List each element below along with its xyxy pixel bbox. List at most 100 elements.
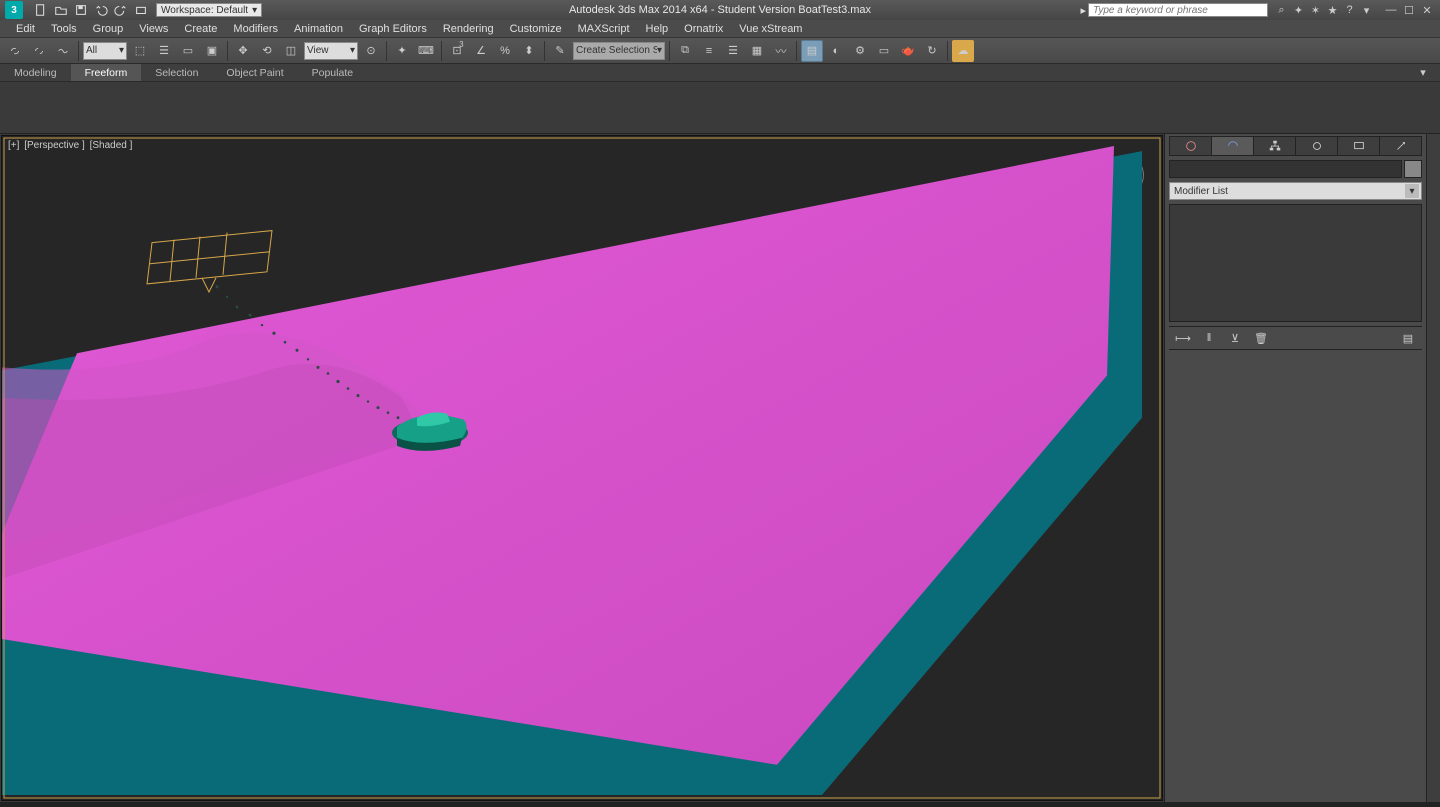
select-by-name-icon[interactable]: ☰ <box>153 40 175 62</box>
ribbon-expand-icon[interactable]: ▾ <box>1414 66 1432 80</box>
menu-customize[interactable]: Customize <box>502 20 570 37</box>
select-scale-icon[interactable]: ◫ <box>280 40 302 62</box>
rendered-frame-icon[interactable]: ▭ <box>873 40 895 62</box>
spinner-snap-icon[interactable]: ⬍ <box>518 40 540 62</box>
select-rotate-icon[interactable]: ⟲ <box>256 40 278 62</box>
ribbon-tab-populate[interactable]: Populate <box>298 64 367 81</box>
utilities-tab-icon[interactable] <box>1380 137 1421 155</box>
ref-coord-dropdown[interactable]: View▾ <box>304 42 358 60</box>
window-crossing-icon[interactable]: ▣ <box>201 40 223 62</box>
configure-sets-icon[interactable]: ▤ <box>1398 329 1418 347</box>
ribbon-extension: ▾ <box>1406 64 1440 81</box>
menu-animation[interactable]: Animation <box>286 20 351 37</box>
select-move-icon[interactable]: ✥ <box>232 40 254 62</box>
save-icon[interactable] <box>72 2 90 18</box>
link-icon[interactable] <box>4 40 26 62</box>
menu-help[interactable]: Help <box>638 20 677 37</box>
select-manipulate-icon[interactable]: ✦ <box>391 40 413 62</box>
modifier-stack[interactable] <box>1169 204 1422 322</box>
menu-tools[interactable]: Tools <box>43 20 85 37</box>
edit-named-sel-icon[interactable]: ✎ <box>549 40 571 62</box>
tool-a-icon[interactable]: ✦ <box>1291 3 1306 17</box>
redo-icon[interactable] <box>112 2 130 18</box>
named-selection-dropdown[interactable]: Create Selection Se▾ <box>573 42 665 60</box>
ribbon-tab-selection[interactable]: Selection <box>141 64 212 81</box>
autodesk-360-icon[interactable]: ☁ <box>952 40 974 62</box>
separator <box>78 41 79 61</box>
separator <box>544 41 545 61</box>
search-icon[interactable]: ⌕ <box>1274 3 1289 17</box>
motion-tab-icon[interactable] <box>1296 137 1338 155</box>
project-icon[interactable] <box>132 2 150 18</box>
chevron-down-icon: ▾ <box>1405 184 1419 198</box>
unlink-icon[interactable] <box>28 40 50 62</box>
render-production-icon[interactable]: 🫖 <box>897 40 919 62</box>
menu-grapheditors[interactable]: Graph Editors <box>351 20 435 37</box>
menu-ornatrix[interactable]: Ornatrix <box>676 20 731 37</box>
mirror-icon[interactable]: ⧉ <box>674 40 696 62</box>
snap-toggle-icon[interactable]: 3⊡ <box>446 40 468 62</box>
selection-filter-dropdown[interactable]: All▾ <box>83 42 127 60</box>
layers-icon[interactable]: ☰ <box>722 40 744 62</box>
menu-rendering[interactable]: Rendering <box>435 20 502 37</box>
menu-edit[interactable]: Edit <box>8 20 43 37</box>
graphite-icon[interactable]: ▦ <box>746 40 768 62</box>
command-panel-scrollbar[interactable] <box>1426 134 1440 802</box>
object-color-swatch[interactable] <box>1404 160 1422 178</box>
modifier-list-label: Modifier List <box>1174 186 1228 197</box>
keyboard-shortcut-icon[interactable]: ⌨ <box>415 40 437 62</box>
hierarchy-tab-icon[interactable] <box>1254 137 1296 155</box>
object-name-field[interactable] <box>1169 160 1402 178</box>
modifier-list-dropdown[interactable]: Modifier List ▾ <box>1169 182 1422 200</box>
curve-editor-icon[interactable]: 〰 <box>770 40 792 62</box>
viewport-shade-button[interactable]: [Shaded ] <box>90 140 133 151</box>
show-end-result-icon[interactable]: ‖ <box>1199 329 1219 347</box>
create-tab-icon[interactable] <box>1170 137 1212 155</box>
maximize-button[interactable]: ☐ <box>1400 3 1418 17</box>
help-icon[interactable]: ? <box>1342 3 1357 17</box>
new-icon[interactable] <box>32 2 50 18</box>
menu-group[interactable]: Group <box>85 20 132 37</box>
open-icon[interactable] <box>52 2 70 18</box>
close-button[interactable]: ✕ <box>1418 3 1436 17</box>
menu-views[interactable]: Views <box>131 20 176 37</box>
make-unique-icon[interactable]: ⊻ <box>1225 329 1245 347</box>
app-menu-button[interactable]: 3 <box>0 0 28 20</box>
bind-spacewarp-icon[interactable] <box>52 40 74 62</box>
minimize-button[interactable]: — <box>1382 3 1400 17</box>
viewport-plus-button[interactable]: [+] <box>8 140 19 151</box>
ribbon-tab-modeling[interactable]: Modeling <box>0 64 71 81</box>
schematic-view-icon[interactable]: ▤ <box>801 40 823 62</box>
pin-stack-icon[interactable]: ⟼ <box>1173 329 1193 347</box>
title-right: ▸ ⌕ ✦ ✶ ★ ? ▾ — ☐ ✕ <box>1080 3 1436 17</box>
pivot-center-icon[interactable]: ⊙ <box>360 40 382 62</box>
ribbon-tab-objectpaint[interactable]: Object Paint <box>212 64 297 81</box>
viewport-view-button[interactable]: [Perspective ] <box>24 140 85 151</box>
render-setup-icon[interactable]: ⚙ <box>849 40 871 62</box>
viewport[interactable]: [+] [Perspective ] [Shaded ] <box>1 135 1163 801</box>
select-object-icon[interactable]: ⬚ <box>129 40 151 62</box>
workspace-dropdown[interactable]: Workspace: Default ▾ <box>156 3 262 17</box>
display-tab-icon[interactable] <box>1338 137 1380 155</box>
angle-snap-icon[interactable]: ∠ <box>470 40 492 62</box>
menu-modifiers[interactable]: Modifiers <box>225 20 286 37</box>
select-region-icon[interactable]: ▭ <box>177 40 199 62</box>
menu-create[interactable]: Create <box>176 20 225 37</box>
menu-vuextream[interactable]: Vue xStream <box>731 20 810 37</box>
chevron-down-icon[interactable]: ▾ <box>1359 3 1374 17</box>
bottom-bar <box>0 802 1440 807</box>
ribbon-tabs: Modeling Freeform Selection Object Paint… <box>0 64 1440 82</box>
modify-tab-icon[interactable] <box>1212 137 1254 155</box>
align-icon[interactable]: ≡ <box>698 40 720 62</box>
menu-maxscript[interactable]: MAXScript <box>570 20 638 37</box>
tool-b-icon[interactable]: ✶ <box>1308 3 1323 17</box>
percent-snap-icon[interactable]: % <box>494 40 516 62</box>
star-icon[interactable]: ★ <box>1325 3 1340 17</box>
render-iterative-icon[interactable]: ↻ <box>921 40 943 62</box>
material-editor-icon[interactable]: ◐ <box>825 40 847 62</box>
undo-icon[interactable] <box>92 2 110 18</box>
remove-modifier-icon[interactable]: 🗑 <box>1251 329 1271 347</box>
help-search-input[interactable] <box>1088 3 1268 17</box>
separator <box>796 41 797 61</box>
ribbon-tab-freeform[interactable]: Freeform <box>71 64 142 81</box>
